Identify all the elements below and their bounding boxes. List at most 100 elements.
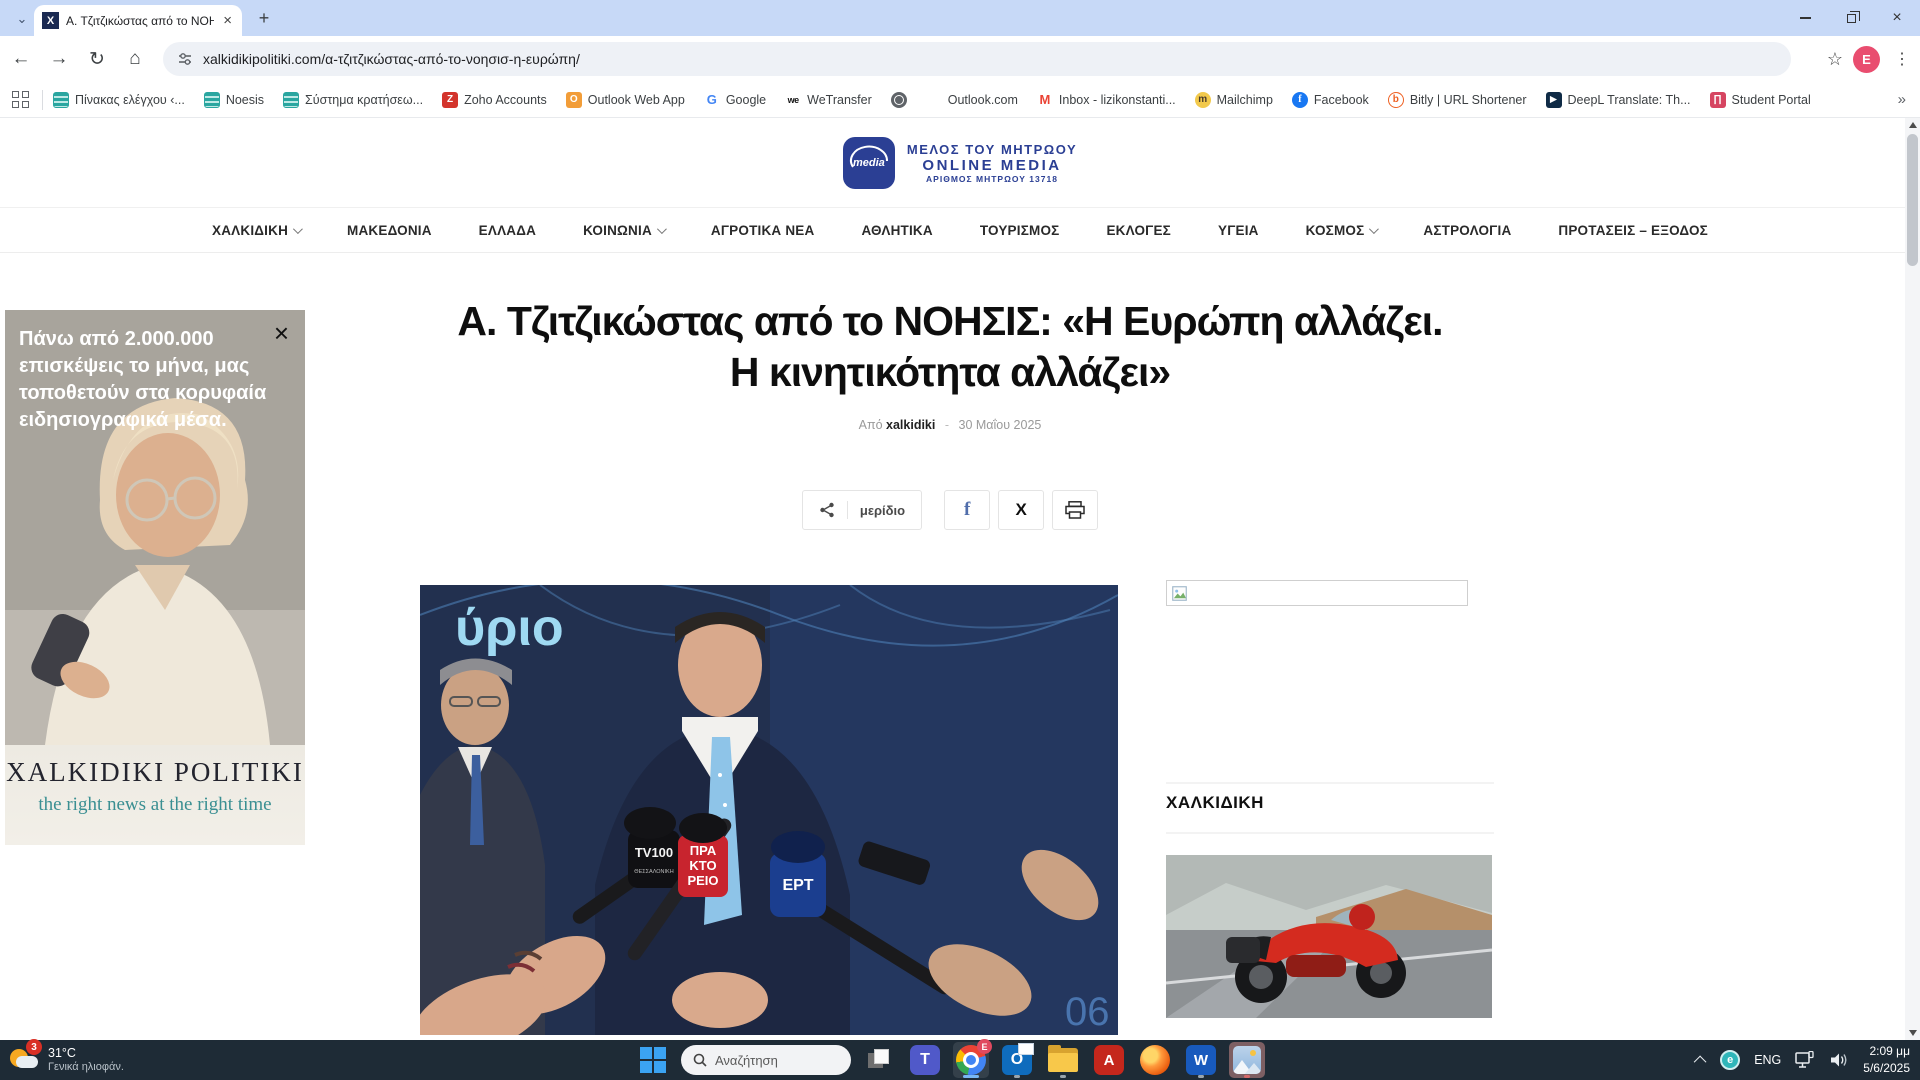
broken-image-icon — [1172, 586, 1187, 601]
mic-flag-praktoreio-1: ΠΡΑ — [690, 843, 717, 858]
address-bar[interactable]: xalkidikipolitiki.com/α-τζιτζικώστας-από… — [163, 42, 1791, 76]
network-icon[interactable] — [1795, 1051, 1815, 1069]
bookmark-facebook[interactable]: fFacebook — [1292, 92, 1369, 108]
bookmark-student-portal[interactable]: ∏Student Portal — [1710, 92, 1811, 108]
nav-item-kosmos[interactable]: ΚΟΣΜΟΣ — [1306, 223, 1377, 238]
nav-item-athlitika[interactable]: ΑΘΛΗΤΙΚΑ — [861, 223, 932, 238]
site-favicon-icon: X — [42, 12, 59, 29]
divider — [42, 90, 43, 110]
bookmark-outlook-web-app[interactable]: OOutlook Web App — [566, 92, 685, 108]
bookmark-bitly[interactable]: bBitly | URL Shortener — [1388, 92, 1527, 108]
share-button[interactable]: μερίδιο — [802, 490, 922, 530]
nav-item-ellada[interactable]: ΕΛΛΑΔΑ — [479, 223, 536, 238]
bookmark-google[interactable]: GGoogle — [704, 92, 766, 108]
backdrop-text: ύριο — [455, 599, 564, 657]
nav-item-makedonia[interactable]: ΜΑΚΕΔΟΝΙΑ — [347, 223, 432, 238]
taskbar-tray: e ENG 2:09 μμ 5/6/2025 — [1697, 1040, 1910, 1080]
browser-menu-icon[interactable]: ⋮ — [1890, 49, 1914, 69]
minimize-button[interactable] — [1782, 0, 1828, 36]
task-view-button[interactable] — [861, 1042, 897, 1078]
forward-button[interactable]: → — [42, 42, 76, 76]
tab-title: Α. Τζιτζικώστας από το ΝΟΗΣΙ — [66, 14, 214, 28]
site-header: media ΜΕΛΟΣ ΤΟΥ ΜΗΤΡΩΟΥ ONLINE MEDIA ΑΡΙ… — [0, 118, 1920, 207]
taskbar-clock[interactable]: 2:09 μμ 5/6/2025 — [1863, 1043, 1910, 1077]
page-scrollbar[interactable] — [1905, 118, 1920, 1040]
share-x-button[interactable]: X — [998, 490, 1044, 530]
ad-close-icon[interactable]: × — [274, 320, 289, 346]
site-settings-icon[interactable] — [177, 51, 193, 67]
sidebar-article-image[interactable] — [1166, 855, 1492, 1018]
nav-item-ekloges[interactable]: ΕΚΛΟΓΕΣ — [1106, 223, 1171, 238]
nav-item-ygeia[interactable]: ΥΓΕΙΑ — [1218, 223, 1259, 238]
bookmark-systima[interactable]: Σύστημα κρατήσεω... — [283, 92, 423, 108]
restore-button[interactable] — [1828, 0, 1874, 36]
start-button[interactable] — [635, 1042, 671, 1078]
nav-item-xalkidiki[interactable]: ΧΑΛΚΙΔΙΚΗ — [212, 223, 300, 238]
badge-line1: ΜΕΛΟΣ ΤΟΥ ΜΗΤΡΩΟΥ — [907, 142, 1077, 157]
bookmark-deepl[interactable]: DeepL Translate: Th... — [1546, 92, 1691, 108]
google-icon: G — [704, 92, 720, 108]
acrobat-button[interactable]: A — [1091, 1042, 1127, 1078]
mic-flag-praktoreio-3: ΡΕΙΟ — [687, 873, 718, 888]
nav-item-agrotika-nea[interactable]: ΑΓΡΟΤΙΚΑ ΝΕΑ — [711, 223, 815, 238]
bookmark-wetransfer[interactable]: weWeTransfer — [785, 92, 872, 108]
nav-item-tourismos[interactable]: ΤΟΥΡΙΣΜΟΣ — [980, 223, 1060, 238]
tab-search-chevron-icon[interactable]: ⌄ — [10, 7, 34, 31]
bookmark-outlook-com[interactable]: Outlook.com — [926, 92, 1018, 108]
back-button[interactable]: ← — [4, 42, 38, 76]
mic-flag-praktoreio-2: ΚΤΟ — [689, 858, 716, 873]
browser-tab[interactable]: X Α. Τζιτζικώστας από το ΝΟΗΣΙ × — [34, 5, 242, 36]
share-row: μερίδιο f X — [450, 490, 1450, 530]
sidebar-ad-placeholder — [1166, 580, 1468, 606]
bookmark-globe[interactable] — [891, 92, 907, 108]
weather-widget[interactable]: 3 31°C Γενικά ηλιοφάν. — [8, 1043, 124, 1075]
clock-date: 5/6/2025 — [1863, 1060, 1910, 1077]
chevron-down-icon — [1369, 224, 1379, 234]
eset-tray-icon[interactable]: e — [1720, 1050, 1740, 1070]
language-indicator[interactable]: ENG — [1754, 1053, 1781, 1067]
bookmark-mailchimp[interactable]: mMailchimp — [1195, 92, 1273, 108]
article-title: Α. Τζιτζικώστας από το ΝΟΗΣΙΣ: «Η Ευρώπη… — [450, 296, 1450, 399]
scrollbar-thumb[interactable] — [1907, 134, 1918, 266]
url-text[interactable]: xalkidikipolitiki.com/α-τζιτζικώστας-από… — [203, 51, 580, 67]
nav-item-astrologia[interactable]: ΑΣΤΡΟΛΟΓΙΑ — [1423, 223, 1511, 238]
bookmark-zoho[interactable]: ZZoho Accounts — [442, 92, 547, 108]
bookmarks-overflow-icon[interactable]: » — [1898, 91, 1906, 108]
author-link[interactable]: xalkidiki — [886, 418, 935, 432]
tab-close-icon[interactable]: × — [221, 12, 234, 29]
site-logo[interactable]: media ΜΕΛΟΣ ΤΟΥ ΜΗΤΡΩΟΥ ONLINE MEDIA ΑΡΙ… — [843, 137, 1077, 189]
mic-flag-tv100: TV100 — [635, 845, 673, 860]
share-print-button[interactable] — [1052, 490, 1098, 530]
bookmark-star-icon[interactable]: ☆ — [1827, 49, 1843, 70]
tray-expand-icon[interactable] — [1694, 1055, 1707, 1068]
badge-line2: ONLINE MEDIA — [907, 157, 1077, 174]
scroll-up-icon[interactable] — [1905, 118, 1920, 132]
apps-grid-icon[interactable] — [12, 91, 30, 109]
ad-brand: XALKIDIKI POLITIKI — [5, 757, 305, 788]
search-placeholder: Αναζήτηση — [715, 1053, 778, 1068]
bookmark-pinakas[interactable]: Πίνακας ελέγχου ‹... — [53, 92, 185, 108]
new-tab-button[interactable]: + — [252, 7, 276, 31]
file-explorer-icon — [1048, 1048, 1078, 1072]
firefox-button[interactable] — [1137, 1042, 1173, 1078]
word-button[interactable]: W — [1183, 1042, 1219, 1078]
volume-icon[interactable] — [1829, 1052, 1849, 1068]
nav-item-protaseis-exodos[interactable]: ΠΡΟΤΑΣΕΙΣ – ΕΞΟΔΟΣ — [1558, 223, 1708, 238]
reload-button[interactable]: ↻ — [80, 42, 114, 76]
promo-ad[interactable]: × Πάνω από 2.000.000 επισκέψεις το μήνα,… — [5, 310, 305, 845]
outlook-button[interactable]: O — [999, 1042, 1035, 1078]
scroll-down-icon[interactable] — [1905, 1026, 1920, 1040]
photos-button[interactable] — [1229, 1042, 1265, 1078]
bookmark-noesis[interactable]: Noesis — [204, 92, 264, 108]
file-explorer-button[interactable] — [1045, 1042, 1081, 1078]
profile-avatar[interactable]: E — [1853, 46, 1880, 73]
wetransfer-icon: we — [785, 92, 801, 108]
chrome-button[interactable]: E — [953, 1042, 989, 1078]
home-button[interactable]: ⌂ — [118, 42, 152, 76]
share-facebook-button[interactable]: f — [944, 490, 990, 530]
close-button[interactable]: × — [1874, 0, 1920, 36]
teams-button[interactable]: T — [907, 1042, 943, 1078]
bookmark-inbox[interactable]: MInbox - lizikonstanti... — [1037, 92, 1176, 108]
taskbar-search[interactable]: Αναζήτηση — [681, 1045, 851, 1075]
nav-item-koinonia[interactable]: ΚΟΙΝΩΝΙΑ — [583, 223, 664, 238]
